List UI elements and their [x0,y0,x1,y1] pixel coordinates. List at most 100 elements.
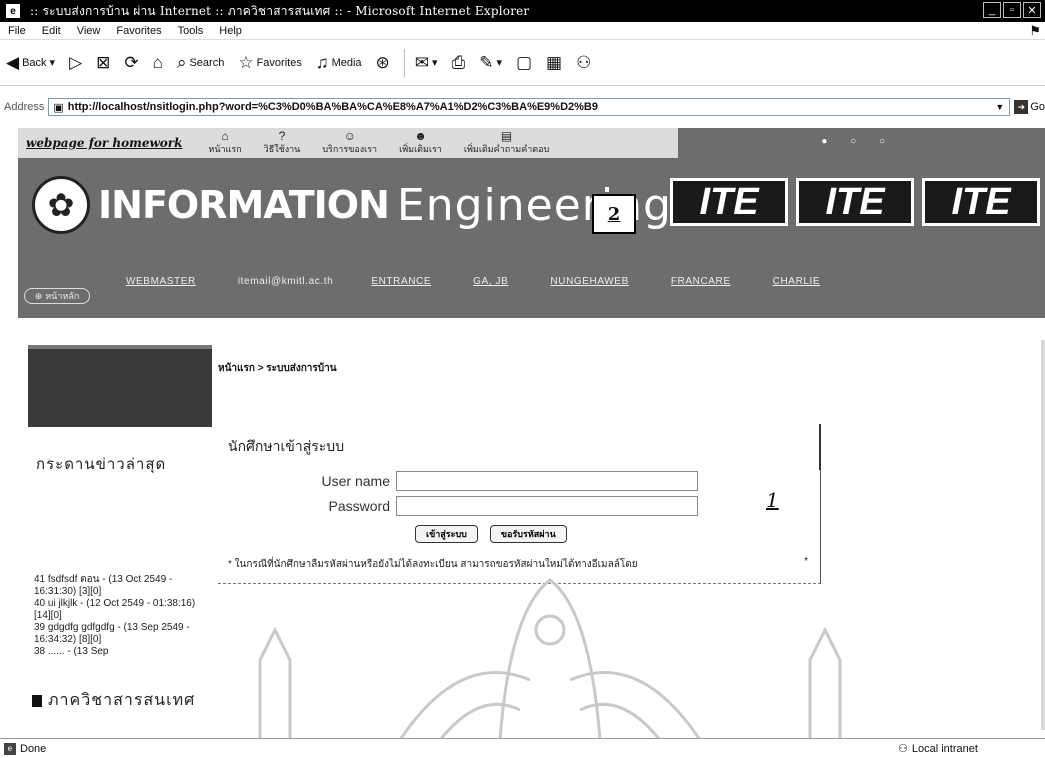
windows-logo-icon: ⚑ [1029,23,1041,38]
favorites-button[interactable]: ☆ Favorites [238,54,302,71]
menu-tools[interactable]: Tools [178,25,204,37]
toolbar: ◀ Back ▾ ▷ ⊠ ⟳ ⌂ ⌕ Search ☆ Favorites ♫ … [0,40,1045,86]
annotation-box-2: 2 [592,194,636,234]
discuss-button[interactable]: ▢ [516,54,532,71]
nav-about[interactable]: ☻ เพิ่มเติมเรา [399,130,442,156]
username-row: User name [218,471,698,491]
minimize-button[interactable]: _ [983,2,1001,18]
stop-icon: ⊠ [96,53,111,72]
ite-block: ITE [922,178,1040,226]
media-icon: ♫ [315,53,329,72]
back-button[interactable]: ◀ Back ▾ [6,54,55,71]
intranet-icon: ⚇ [898,743,908,755]
toolbar-separator [403,48,405,77]
chevron-down-icon[interactable]: ▼ [995,102,1007,112]
board-icon: ▤ [500,129,513,143]
banner-dots: ● ○ ○ [821,136,895,147]
login-heading: นักศึกษาเข้าสู่ระบบ [228,438,345,454]
mail-button[interactable]: ✉ ▾ [415,54,438,71]
password-row: Password [218,496,698,516]
go-button[interactable]: ➜ Go [1014,100,1045,114]
panel-divider [819,424,821,470]
forgot-password-button[interactable]: ขอรับรหัสผ่าน [489,525,567,543]
main-page-button[interactable]: ⊕ หน้าหลัก [24,288,90,304]
department-heading: ภาควิชาสารสนเทศ [32,688,212,713]
menu-favorites[interactable]: Favorites [116,25,161,37]
go-arrow-icon: ➜ [1014,100,1029,114]
status-done: e Done [4,742,47,755]
page-done-icon: e [4,742,16,755]
news-item[interactable]: 39 gdgdfg gdfgdfg - (13 Sep 2549 - 16:34… [34,622,204,646]
news-item[interactable]: 41 fsdfsdf ตอน - (13 Oct 2549 - 16:31:30… [34,574,204,598]
link-nungehaweb[interactable]: NUNGEHAWEB [550,276,628,287]
group-icon: ☻ [414,129,427,143]
link-francare[interactable]: FRANCARE [671,276,731,287]
address-label: Address [4,101,45,113]
nav-faq[interactable]: ▤ เพิ่มเติมคำถามคำตอบ [464,130,549,156]
refresh-button[interactable]: ⟳ [124,54,138,71]
search-button[interactable]: ⌕ Search [177,54,224,71]
site-nav: webpage for homework ⌂ หน้าแรก ? วิธีใช้งา… [18,128,678,158]
link-charlie[interactable]: CHARLIE [773,276,821,287]
nav-label: บริการของเรา [322,144,378,154]
password-label: Password [328,498,390,514]
research-icon: ▦ [546,53,563,72]
ite-blocks: ITE ITE ITE [670,178,1040,226]
print-icon: ⎙ [451,53,466,72]
link-email[interactable]: itemail@kmitl.ac.th [238,276,333,287]
menu-view[interactable]: View [77,25,101,37]
media-label: Media [331,56,362,69]
nav-services[interactable]: ☺ บริการของเรา [322,130,377,156]
chevron-down-icon[interactable]: ▾ [50,56,56,69]
close-button[interactable]: ✕ [1023,2,1041,18]
address-bar: Address ▣ http://localhost/nsitlogin.php… [0,96,1045,118]
university-seal-watermark [258,578,842,740]
menu-file[interactable]: File [8,25,26,37]
news-item[interactable]: 40 ui jlkjlk - (12 Oct 2549 - 01:38:16) … [34,598,204,622]
title-bar: e :: ระบบส่งการบ้าน ผ่าน Internet :: ภาค… [0,0,1045,22]
status-text: Done [20,742,47,755]
notice-star: * [804,556,808,567]
print-button[interactable]: ⎙ [452,54,466,71]
history-button[interactable]: ⊛ [376,54,390,71]
login-panel: นักศึกษาเข้าสู่ระบบ User name Password เ… [218,424,821,584]
stop-button[interactable]: ⊠ [96,54,110,71]
menu-edit[interactable]: Edit [42,25,61,37]
search-icon: ⌕ [176,53,187,72]
star-icon: ☆ [238,53,254,72]
page-icon: ▣ [53,101,64,114]
link-entrance[interactable]: ENTRANCE [371,276,431,287]
forward-button[interactable]: ▷ [69,54,82,71]
address-input[interactable]: ▣ http://localhost/nsitlogin.php?word=%C… [48,98,1011,116]
news-item[interactable]: 38 ...... - (13 Sep [34,646,204,658]
banner-title-information: INFORMATION [98,183,390,227]
nav-home[interactable]: ⌂ หน้าแรก [208,130,241,156]
home-button[interactable]: ⌂ [153,54,163,71]
messenger-button[interactable]: ⚇ [576,54,591,71]
question-icon: ? [278,129,286,143]
link-webmaster[interactable]: WEBMASTER [126,276,196,287]
mail-icon: ✉ [414,53,430,72]
nav-label: เพิ่มเติมคำถามคำตอบ [463,144,550,154]
chevron-down-icon[interactable]: ▾ [496,56,502,69]
password-input[interactable] [396,496,698,516]
site-logo[interactable]: webpage for homework [26,136,182,150]
menu-help[interactable]: Help [219,25,242,37]
banner-title: ✿ INFORMATION Engineering [32,176,672,234]
link-ga-jb[interactable]: GA, JB [473,276,508,287]
maximize-button[interactable]: ▫ [1003,2,1021,18]
back-arrow-icon: ◀ [6,53,20,72]
login-button[interactable]: เข้าสู่ระบบ [415,525,478,543]
research-button[interactable]: ▦ [546,54,562,71]
bullet-icon [32,695,42,707]
nav-howto[interactable]: ? วิธีใช้งาน [264,130,301,156]
news-heading: กระดานข่าวล่าสุด [36,456,167,473]
media-button[interactable]: ♫ Media [316,54,362,71]
banner-links: WEBMASTER itemail@kmitl.ac.th ENTRANCE G… [126,276,862,287]
globe-logo-icon: ✿ [32,176,90,234]
edit-button[interactable]: ✎ ▾ [479,54,502,71]
window-title: :: ระบบส่งการบ้าน ผ่าน Internet :: ภาควิ… [30,3,530,18]
vertical-scrollbar[interactable] [1041,340,1045,730]
chevron-down-icon[interactable]: ▾ [432,56,438,69]
username-input[interactable] [396,471,698,491]
